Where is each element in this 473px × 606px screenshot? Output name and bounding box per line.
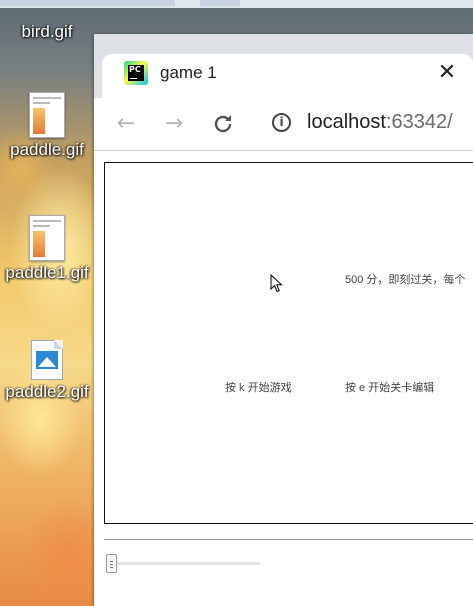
tab-title: game 1	[160, 63, 217, 82]
image-file-icon	[31, 340, 63, 380]
tab-game[interactable]: PC game 1 ✕	[102, 54, 473, 98]
desktop-icon-paddle2[interactable]: paddle2.gif	[0, 340, 94, 402]
desktop-icon-label: paddle2.gif	[5, 382, 89, 401]
desktop-icon-bird[interactable]: bird.gif	[0, 20, 94, 42]
game-canvas[interactable]: 500 分，即刻过关，每个 按 k 开始游戏 按 e 开始关卡编辑	[104, 162, 473, 524]
start-game-hint: 按 k 开始游戏	[225, 382, 292, 394]
arrow-right-icon[interactable]: →	[160, 110, 188, 138]
mouse-cursor-icon	[270, 274, 283, 293]
address-port: :63342/	[385, 111, 453, 133]
page-viewport: 500 分，即刻过关，每个 按 k 开始游戏 按 e 开始关卡编辑	[94, 151, 473, 606]
level-edit-hint: 按 e 开始关卡编辑	[345, 382, 435, 394]
favicon-text: PC	[129, 65, 141, 74]
taskbar-strip	[0, 0, 473, 8]
reload-icon[interactable]	[209, 110, 237, 138]
desktop-icon-label: bird.gif	[21, 22, 73, 41]
divider	[104, 539, 473, 540]
desktop-icon-label: paddle.gif	[10, 140, 84, 159]
info-icon[interactable]: i	[272, 113, 291, 132]
browser-toolbar: ← → i localhost:63342/	[94, 98, 473, 151]
desktop-icon-label: paddle1.gif	[5, 263, 89, 282]
fps-slider[interactable]	[106, 551, 266, 575]
address-bar[interactable]: localhost:63342/	[307, 111, 453, 134]
slider-thumb[interactable]	[106, 554, 117, 573]
address-host: localhost	[307, 111, 386, 133]
desktop-icon-paddle[interactable]: paddle.gif	[0, 92, 94, 160]
close-icon[interactable]: ✕	[434, 60, 460, 86]
score-instruction-text: 500 分，即刻过关，每个	[345, 274, 466, 286]
gif-file-icon	[29, 215, 65, 261]
browser-window: PC game 1 ✕ ← → i localhost:63342/ 500 分…	[94, 34, 473, 606]
arrow-left-icon[interactable]: ←	[112, 110, 140, 138]
gif-file-icon	[29, 92, 65, 138]
desktop-icon-paddle1[interactable]: paddle1.gif	[0, 215, 94, 283]
pycharm-icon: PC	[124, 61, 148, 85]
tab-bar: PC game 1 ✕	[94, 34, 473, 98]
slider-track	[110, 562, 260, 565]
